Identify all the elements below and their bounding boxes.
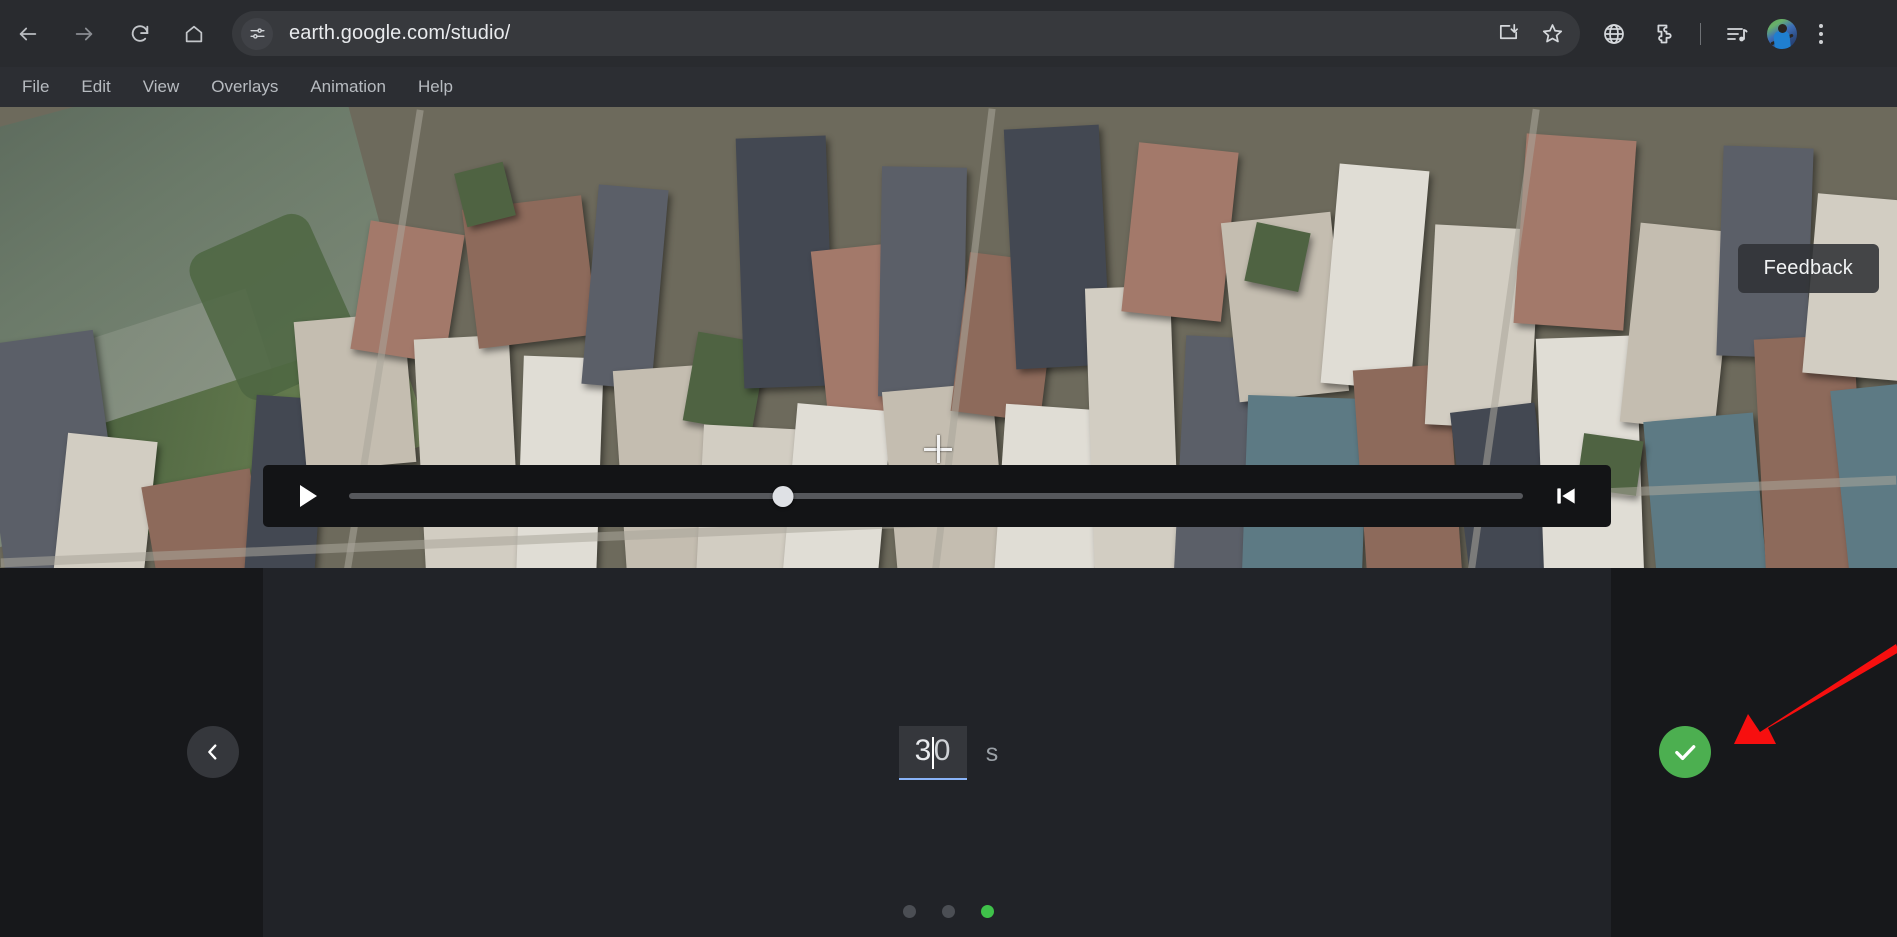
step-dot-2[interactable] xyxy=(942,905,955,918)
timeline-slider[interactable] xyxy=(349,481,1523,511)
site-info-icon[interactable] xyxy=(241,17,273,50)
browser-back-button[interactable] xyxy=(8,14,48,54)
duration-unit-label: s xyxy=(985,738,999,767)
step-indicator-dots xyxy=(0,905,1897,918)
step-dot-3[interactable] xyxy=(981,905,994,918)
timeline-track[interactable] xyxy=(349,493,1523,499)
timeline-thumb[interactable] xyxy=(772,485,794,507)
browser-home-icon[interactable] xyxy=(174,14,214,54)
viewport-crosshair-icon xyxy=(924,435,952,463)
install-page-icon[interactable] xyxy=(1488,14,1528,54)
browser-reload-icon[interactable] xyxy=(120,14,160,54)
step-dot-1[interactable] xyxy=(903,905,916,918)
menu-item-animation[interactable]: Animation xyxy=(294,67,402,107)
app-menu-bar: File Edit View Overlays Animation Help xyxy=(0,67,1897,107)
toolbar-divider xyxy=(1700,22,1701,45)
browser-forward-button[interactable] xyxy=(64,14,104,54)
playback-bar xyxy=(263,465,1611,527)
profile-avatar[interactable] xyxy=(1767,18,1797,49)
text-caret xyxy=(931,737,934,769)
menu-item-edit[interactable]: Edit xyxy=(65,67,126,107)
duration-field-row: 3 0 s xyxy=(0,726,1897,780)
menu-item-help[interactable]: Help xyxy=(402,67,469,107)
menu-item-overlays[interactable]: Overlays xyxy=(195,67,294,107)
duration-value: 3 0 xyxy=(915,734,951,770)
play-button[interactable] xyxy=(281,469,335,523)
skip-to-start-button[interactable] xyxy=(1539,469,1593,523)
menu-item-file[interactable]: File xyxy=(6,67,65,107)
feedback-button[interactable]: Feedback xyxy=(1737,244,1879,293)
omnibox-actions xyxy=(1488,14,1580,54)
extensions-puzzle-icon[interactable] xyxy=(1644,14,1684,54)
menu-item-view[interactable]: View xyxy=(127,67,196,107)
duration-digit-before-caret: 3 xyxy=(914,734,932,767)
confirm-button[interactable] xyxy=(1659,726,1711,778)
duration-input[interactable]: 3 0 xyxy=(898,726,967,780)
media-playlist-icon[interactable] xyxy=(1717,14,1757,54)
address-bar-url: earth.google.com/studio/ xyxy=(289,22,511,44)
chrome-menu-icon[interactable] xyxy=(1807,14,1835,54)
translate-globe-icon[interactable] xyxy=(1594,14,1634,54)
duration-digit-after-caret: 0 xyxy=(933,734,951,767)
bookmark-star-icon[interactable] xyxy=(1532,14,1572,54)
browser-toolbar: earth.google.com/studio/ xyxy=(0,0,1897,67)
browser-toolbar-actions xyxy=(1594,14,1843,54)
address-bar[interactable]: earth.google.com/studio/ xyxy=(232,11,1580,56)
